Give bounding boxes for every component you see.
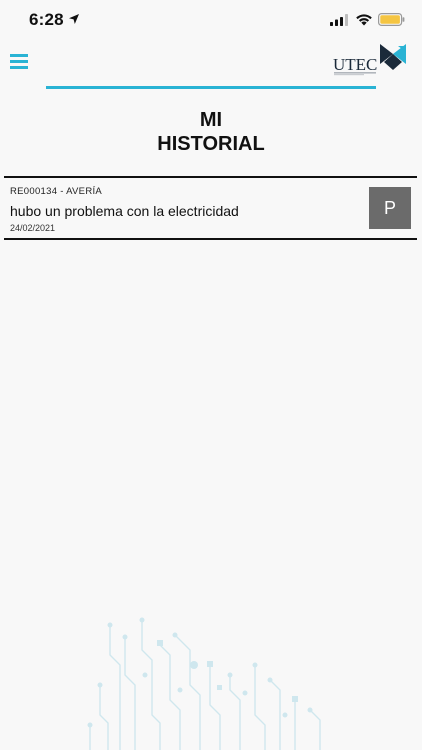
hamburger-menu-icon[interactable] <box>10 54 28 69</box>
item-description: hubo un problema con la electricidad <box>10 203 239 219</box>
item-date: 24/02/2021 <box>10 223 56 233</box>
circuit-background-graphic <box>87 617 321 750</box>
page-title-line1: MI <box>199 109 223 131</box>
item-code: RE000134 - AVERÍA <box>10 186 103 197</box>
page-title-line2: HISTORIAL <box>157 133 265 155</box>
page-title: MI HISTORIAL <box>0 108 422 156</box>
location-arrow-icon <box>69 14 79 24</box>
status-time: 6:28 <box>29 10 64 29</box>
battery-icon <box>378 13 405 26</box>
utec-logo: UTEC <box>332 44 406 76</box>
wifi-icon <box>356 14 372 26</box>
status-bar: 6:28 <box>0 0 422 40</box>
status-badge: P <box>369 187 411 229</box>
logo-wordmark: UTEC <box>333 55 377 74</box>
cellular-signal-icon <box>330 14 348 26</box>
header-divider <box>46 86 376 89</box>
history-list-item[interactable]: RE000134 - AVERÍA hubo un problema con l… <box>4 176 417 240</box>
